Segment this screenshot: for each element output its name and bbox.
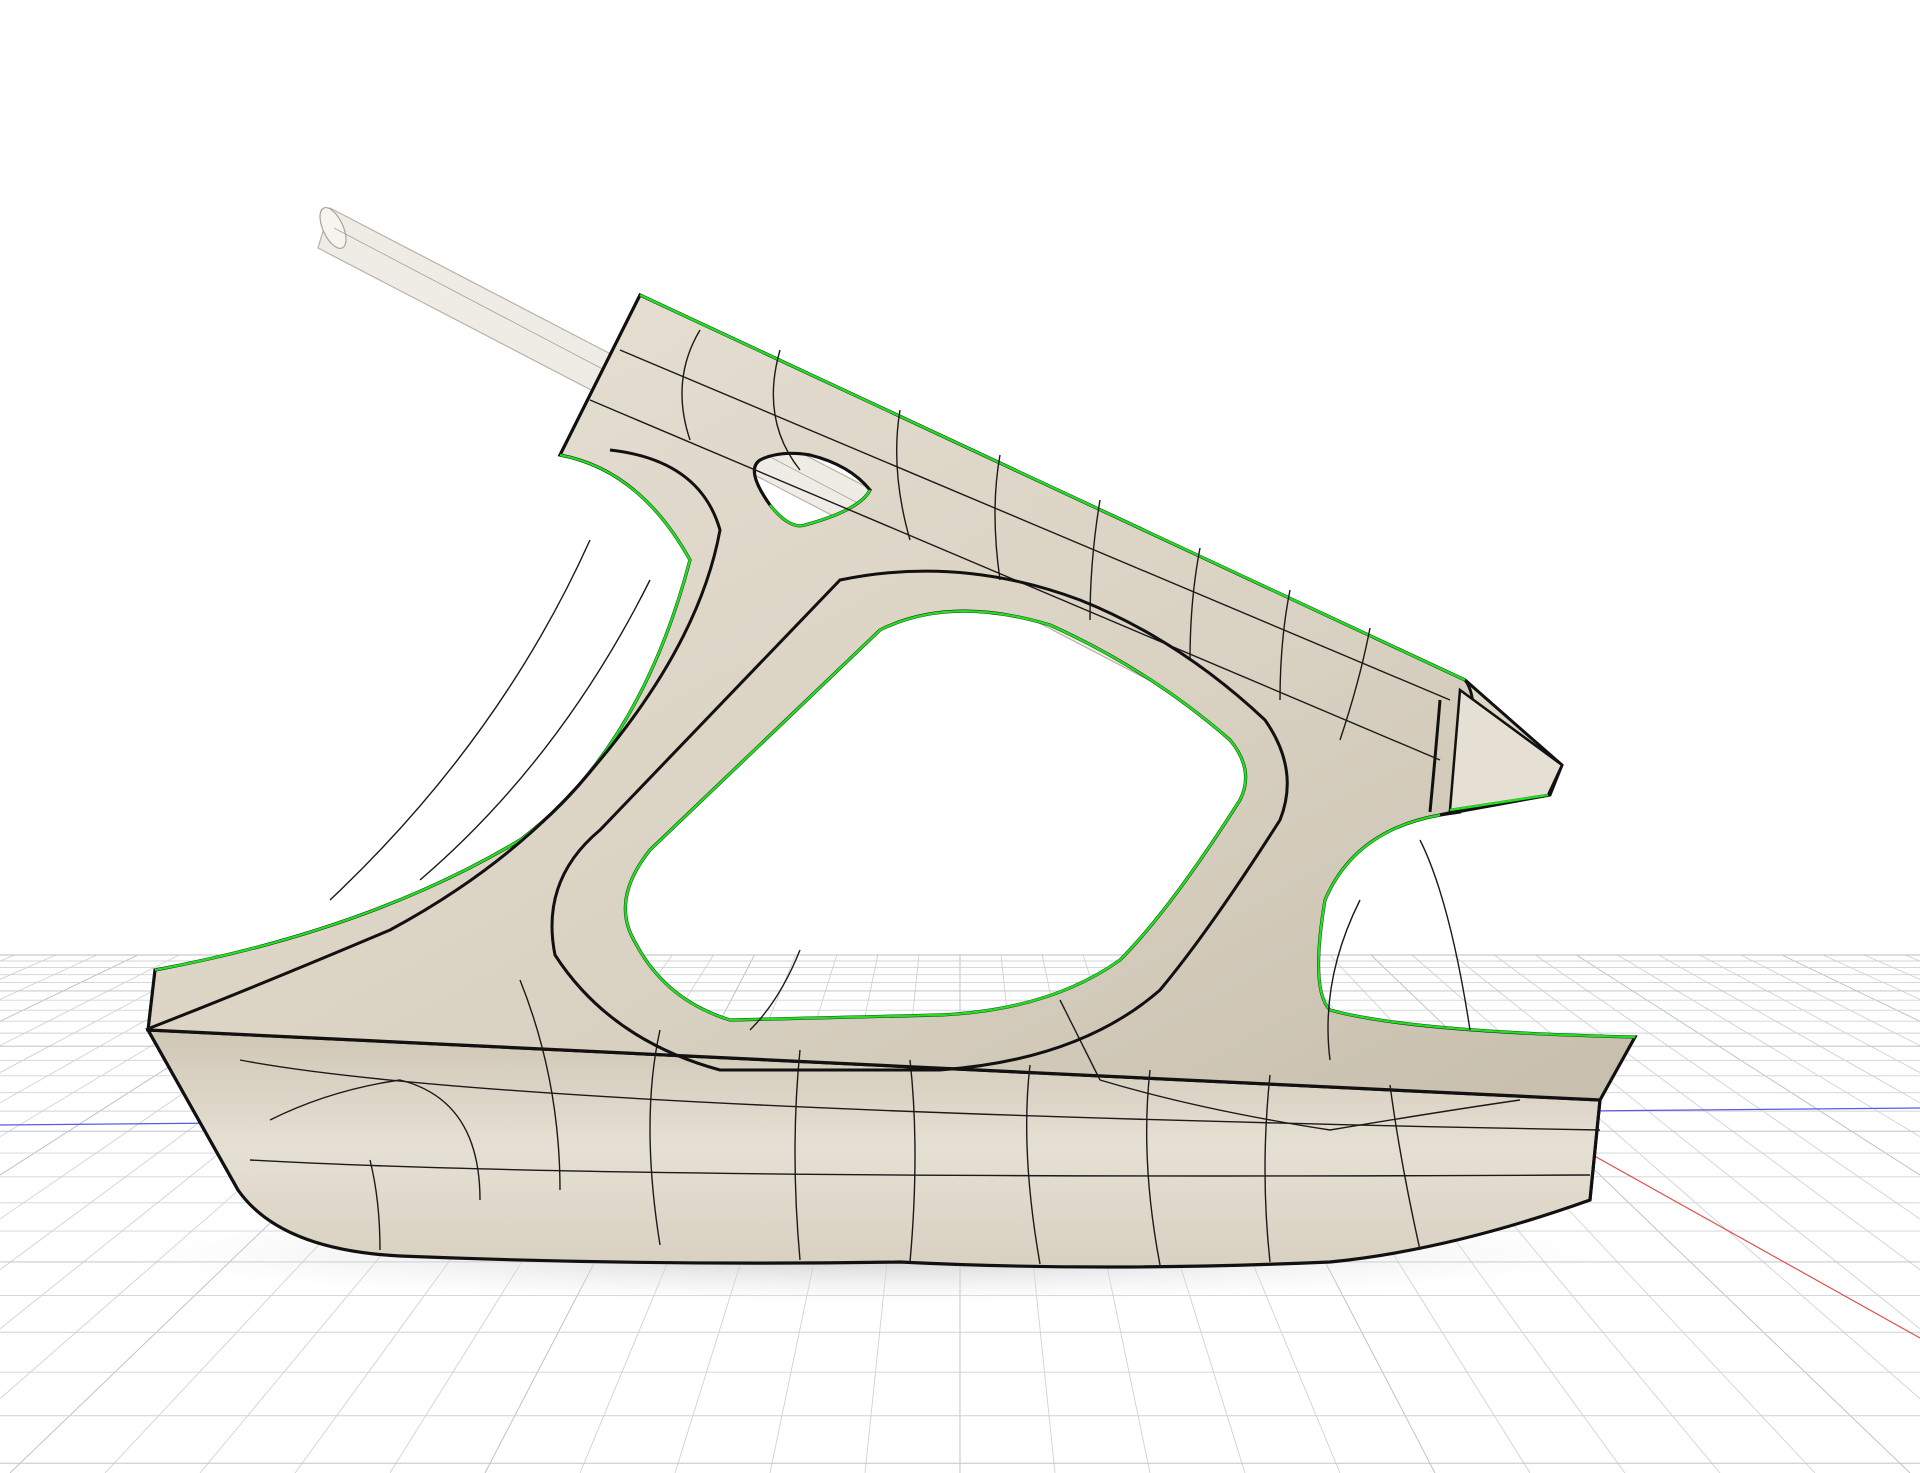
3d-viewport-canvas[interactable] xyxy=(0,0,1920,1473)
isoline xyxy=(1419,839,1471,1031)
scene-svg[interactable] xyxy=(0,0,1920,1473)
glue-gun-body[interactable] xyxy=(145,292,1638,1269)
handle-frame[interactable] xyxy=(146,292,1638,1102)
